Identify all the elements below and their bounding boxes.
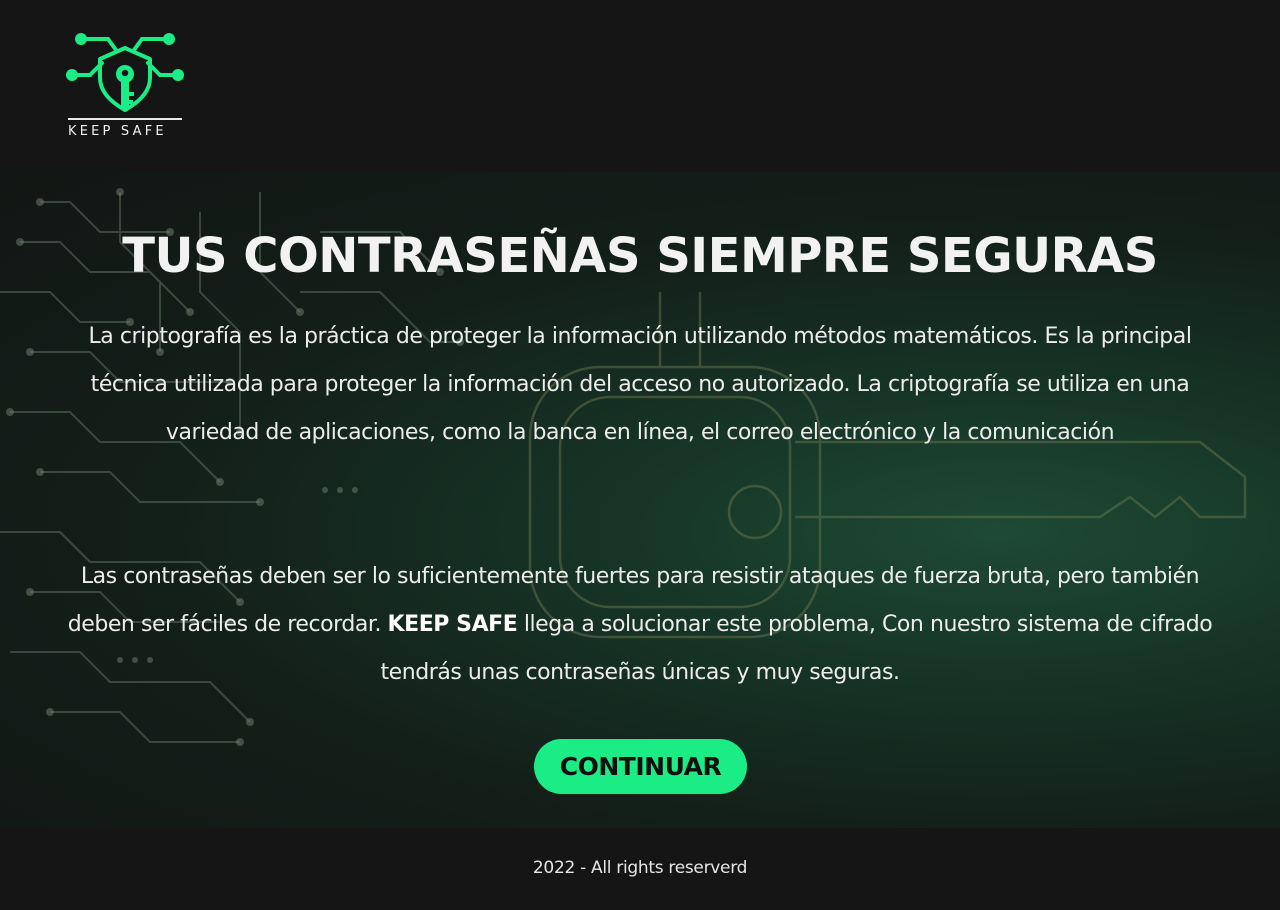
logo-text: KEEP SAFE — [68, 124, 167, 139]
hero-title: TUS CONTRASEÑAS SIEMPRE SEGURAS — [122, 228, 1158, 284]
continue-button[interactable]: CONTINUAR — [534, 739, 747, 794]
logo[interactable]: KEEP SAFE — [64, 26, 188, 146]
circuit-key-shield-icon — [66, 33, 184, 112]
logo-divider — [68, 118, 182, 120]
header: KEEP SAFE — [0, 0, 1280, 172]
hero-paragraph-intro: La criptografía es la práctica de proteg… — [88, 324, 1192, 445]
copyright-text: 2022 - All rights reserverd — [532, 858, 748, 878]
brand-name-highlight: KEEP SAFE — [387, 612, 518, 637]
hero-paragraph-passwords: Las contraseñas deben ser lo suficientem… — [60, 553, 1220, 697]
page: KEEP SAFE TUS CONTRASEÑAS SIEMPRE SEGURA… — [0, 0, 1280, 910]
footer: 2022 - All rights reserverd — [0, 828, 1280, 910]
hero-section: TUS CONTRASEÑAS SIEMPRE SEGURAS La cript… — [0, 172, 1280, 828]
